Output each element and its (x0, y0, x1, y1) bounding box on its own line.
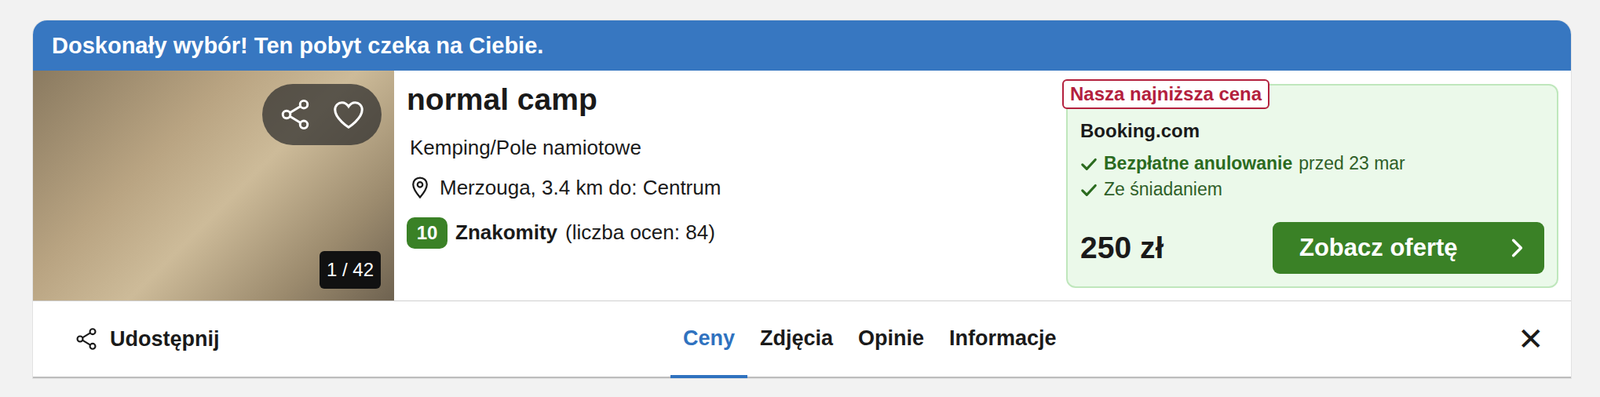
location: Merzouga, 3.4 km do: Centrum (406, 175, 1054, 201)
heart-icon[interactable] (330, 96, 367, 133)
view-offer-label: Zobacz ofertę (1299, 233, 1458, 263)
card-main: 1 / 42 normal camp Kemping/Pole namiotowe M… (32, 70, 1571, 301)
tab[interactable]: Informacje (936, 301, 1070, 379)
rating[interactable]: 10 Znakomity (liczba ocen: 84) (406, 217, 1054, 249)
feature-label: Ze śniadaniem (1103, 178, 1223, 201)
check-icon (1080, 155, 1098, 173)
price: 250 zł (1080, 230, 1164, 266)
location-text: Merzouga, 3.4 km do: Centrum (439, 175, 721, 201)
rating-score: 10 (406, 217, 448, 249)
tab[interactable]: Zdjęcia (747, 301, 846, 379)
feature-note: przed 23 mar (1298, 153, 1406, 175)
offer-box[interactable]: Nasza najniższa cenaBooking.comBezpłatne… (1066, 84, 1559, 289)
hotel-name[interactable]: normal camp (406, 80, 1054, 121)
view-offer-button[interactable]: Zobacz ofertę (1272, 222, 1545, 274)
offer-column: Nasza najniższa cenaBooking.comBezpłatne… (1066, 70, 1571, 301)
share-button[interactable]: Udostępnij (32, 301, 671, 377)
hotel-photo[interactable]: 1 / 42 (32, 70, 395, 301)
offer-features: Bezpłatne anulowanieprzed 23 mar Ze śniad… (1080, 153, 1545, 201)
banner: Doskonały wybór! Ten pobyt czeka na Cieb… (32, 20, 1571, 71)
details-bar: Udostępnij Ceny Zdjęcia Opinie Informacje ✕ (32, 300, 1571, 379)
price-row: 250 zł Zobacz ofertę (1080, 222, 1545, 274)
offer-feature: Bezpłatne anulowanieprzed 23 mar (1080, 153, 1545, 175)
share-icon[interactable] (73, 326, 99, 352)
rating-count: (liczba ocen: 84) (565, 220, 716, 245)
banner-text: Doskonały wybór! Ten pobyt czeka na Cieb… (51, 32, 544, 59)
rating-label: Znakomity (455, 220, 558, 245)
tab[interactable]: Opinie (845, 301, 937, 379)
hotel-info: normal camp Kemping/Pole namiotowe Merzoug… (394, 70, 1067, 301)
hotel-type: Kemping/Pole namiotowe (406, 135, 1054, 161)
lowest-price-badge: Nasza najniższa cena (1062, 79, 1270, 110)
tab-list: Ceny Zdjęcia Opinie Informacje (670, 301, 1070, 377)
photo-counter: 1 / 42 (319, 251, 381, 289)
provider-name: Booking.com (1080, 120, 1545, 143)
tab-label: Opinie (858, 326, 925, 351)
offer-feature: Ze śniadaniem (1080, 178, 1545, 201)
photo-actions (262, 84, 382, 146)
feature-label: Bezpłatne anulowanie (1103, 153, 1293, 175)
pin-icon (409, 175, 431, 200)
tab-label: Informacje (949, 326, 1057, 351)
close-button[interactable]: ✕ (1069, 301, 1571, 377)
tab-label: Ceny (683, 326, 735, 351)
share-label: Udostępnij (109, 327, 220, 352)
check-icon (1080, 181, 1098, 199)
tab-label: Zdjęcia (759, 326, 833, 351)
close-icon[interactable]: ✕ (1517, 323, 1545, 355)
chevron-right-icon (1506, 237, 1527, 259)
hotel-card: Doskonały wybór! Ten pobyt czeka na Cieb… (32, 20, 1571, 379)
share-icon[interactable] (277, 97, 313, 132)
tab[interactable]: Ceny (670, 301, 748, 379)
